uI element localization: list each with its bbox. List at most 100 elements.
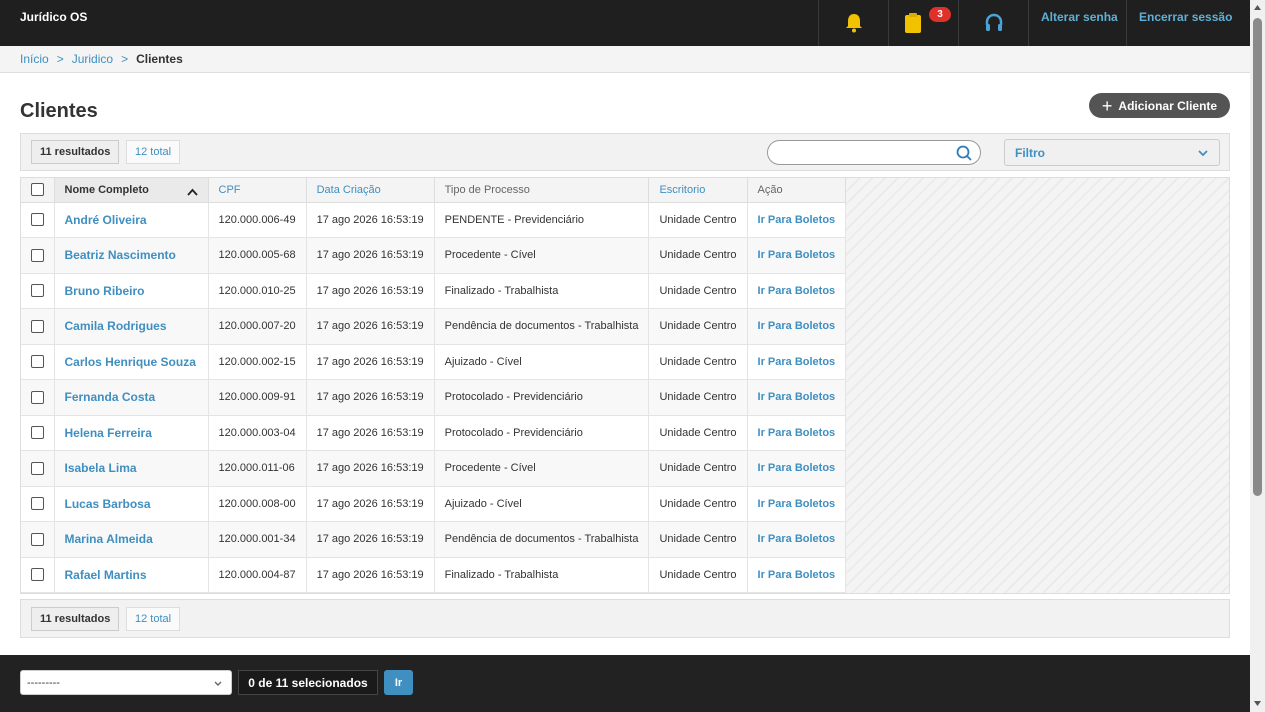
row-select-cell [21, 237, 55, 274]
row-checkbox[interactable] [30, 319, 44, 333]
table-row: Carlos Henrique Souza 120.000.002-15 17 … [21, 344, 847, 380]
office-cell: Unidade Centro [648, 308, 748, 345]
row-checkbox[interactable] [30, 426, 44, 440]
plus-icon: + [1101, 95, 1113, 116]
row-checkbox[interactable] [30, 248, 44, 262]
boletos-link[interactable]: Ir Para Boletos [747, 521, 847, 558]
column-name[interactable]: Nome Completo [54, 178, 209, 203]
client-name-link[interactable]: André Oliveira [54, 202, 209, 238]
column-cpf[interactable]: CPF [208, 178, 307, 203]
results-footer: 11 resultados 12 total [20, 599, 1230, 638]
table-row: Helena Ferreira 120.000.003-04 17 ago 20… [21, 415, 847, 451]
cpf-cell: 120.000.006-49 [208, 202, 307, 238]
chevron-down-icon [1198, 150, 1208, 157]
boletos-link[interactable]: Ir Para Boletos [747, 273, 847, 309]
client-name-link[interactable]: Lucas Barbosa [54, 486, 209, 522]
filter-select[interactable]: Filtro [1004, 139, 1220, 166]
bulk-action-select[interactable]: --------- [20, 670, 232, 695]
breadcrumb-home[interactable]: Início [20, 52, 49, 66]
results-toolbar: 11 resultados 12 total Filtro [20, 133, 1230, 171]
office-cell: Unidade Centro [648, 557, 748, 593]
process-cell: Procedente - Cível [434, 450, 650, 487]
select-all-checkbox[interactable] [30, 183, 44, 197]
client-name-link[interactable]: Beatriz Nascimento [54, 237, 209, 274]
logout-cell: Encerrar sessão [1126, 0, 1250, 46]
row-select-cell [21, 273, 55, 309]
row-checkbox[interactable] [30, 355, 44, 369]
headset-icon [985, 13, 1002, 31]
total-count-link[interactable]: 12 total [126, 140, 181, 164]
notifications-button[interactable] [818, 0, 888, 46]
cpf-cell: 120.000.003-04 [208, 415, 307, 451]
created-cell: 17 ago 2026 16:53:19 [306, 273, 435, 309]
total-count-link[interactable]: 12 total [126, 607, 181, 631]
row-checkbox[interactable] [30, 497, 44, 511]
column-created[interactable]: Data Criação [306, 178, 435, 203]
go-button[interactable]: Ir [384, 670, 413, 695]
office-cell: Unidade Centro [648, 273, 748, 309]
row-checkbox[interactable] [30, 213, 44, 227]
scroll-up-icon[interactable] [1253, 4, 1262, 11]
brand-title[interactable]: Jurídico OS [20, 10, 87, 24]
column-name-label: Nome Completo [64, 183, 149, 196]
client-name-link[interactable]: Bruno Ribeiro [54, 273, 209, 309]
cpf-cell: 120.000.008-00 [208, 486, 307, 522]
boletos-link[interactable]: Ir Para Boletos [747, 557, 847, 593]
process-cell: Protocolado - Previdenciário [434, 379, 650, 416]
created-cell: 17 ago 2026 16:53:19 [306, 415, 435, 451]
boletos-link[interactable]: Ir Para Boletos [747, 308, 847, 345]
search-icon[interactable] [956, 145, 972, 161]
boletos-link[interactable]: Ir Para Boletos [747, 450, 847, 487]
support-button[interactable] [958, 0, 1028, 46]
table-row: Camila Rodrigues 120.000.007-20 17 ago 2… [21, 308, 847, 345]
chevron-up-icon[interactable] [186, 188, 198, 196]
boletos-link[interactable]: Ir Para Boletos [747, 202, 847, 238]
column-office[interactable]: Escritorio [648, 178, 748, 203]
change-password-link[interactable]: Alterar senha [1041, 10, 1118, 24]
logout-link[interactable]: Encerrar sessão [1139, 10, 1232, 24]
client-name-link[interactable]: Camila Rodrigues [54, 308, 209, 345]
bulk-action-value: --------- [27, 677, 60, 689]
bulk-action-bar: --------- 0 de 11 selecionados Ir [0, 655, 1250, 712]
results-count: 11 resultados [31, 607, 120, 631]
client-name-link[interactable]: Fernanda Costa [54, 379, 209, 416]
row-checkbox[interactable] [30, 284, 44, 298]
search-input[interactable] [778, 144, 953, 161]
breadcrumb-section[interactable]: Juridico [72, 52, 113, 66]
column-action: Ação [747, 178, 847, 203]
boletos-link[interactable]: Ir Para Boletos [747, 379, 847, 416]
row-select-cell [21, 379, 55, 416]
process-cell: Finalizado - Trabalhista [434, 273, 650, 309]
boletos-link[interactable]: Ir Para Boletos [747, 486, 847, 522]
boletos-link[interactable]: Ir Para Boletos [747, 415, 847, 451]
table-row: Beatriz Nascimento 120.000.005-68 17 ago… [21, 237, 847, 274]
breadcrumb-current: Clientes [136, 52, 183, 66]
page-scrollbar[interactable] [1250, 0, 1265, 712]
breadcrumb-separator: > [56, 52, 64, 66]
row-select-cell [21, 202, 55, 238]
row-select-cell [21, 415, 55, 451]
client-name-link[interactable]: Carlos Henrique Souza [54, 344, 209, 380]
cpf-cell: 120.000.009-91 [208, 379, 307, 416]
cpf-cell: 120.000.007-20 [208, 308, 307, 345]
created-cell: 17 ago 2026 16:53:19 [306, 521, 435, 558]
scroll-thumb[interactable] [1253, 18, 1262, 496]
process-cell: Pendência de documentos - Trabalhista [434, 308, 650, 345]
scroll-down-icon[interactable] [1253, 700, 1262, 707]
row-checkbox[interactable] [30, 390, 44, 404]
row-checkbox[interactable] [30, 568, 44, 582]
cpf-cell: 120.000.002-15 [208, 344, 307, 380]
client-name-link[interactable]: Isabela Lima [54, 450, 209, 487]
boletos-link[interactable]: Ir Para Boletos [747, 344, 847, 380]
client-name-link[interactable]: Helena Ferreira [54, 415, 209, 451]
add-client-button[interactable]: + Adicionar Cliente [1089, 93, 1230, 118]
table-row: Lucas Barbosa 120.000.008-00 17 ago 2026… [21, 486, 847, 522]
boletos-link[interactable]: Ir Para Boletos [747, 237, 847, 274]
client-name-link[interactable]: Rafael Martins [54, 557, 209, 593]
table-row: André Oliveira 120.000.006-49 17 ago 202… [21, 202, 847, 238]
tasks-button[interactable]: 3 [888, 0, 958, 46]
client-name-link[interactable]: Marina Almeida [54, 521, 209, 558]
row-checkbox[interactable] [30, 532, 44, 546]
row-checkbox[interactable] [30, 461, 44, 475]
office-cell: Unidade Centro [648, 521, 748, 558]
